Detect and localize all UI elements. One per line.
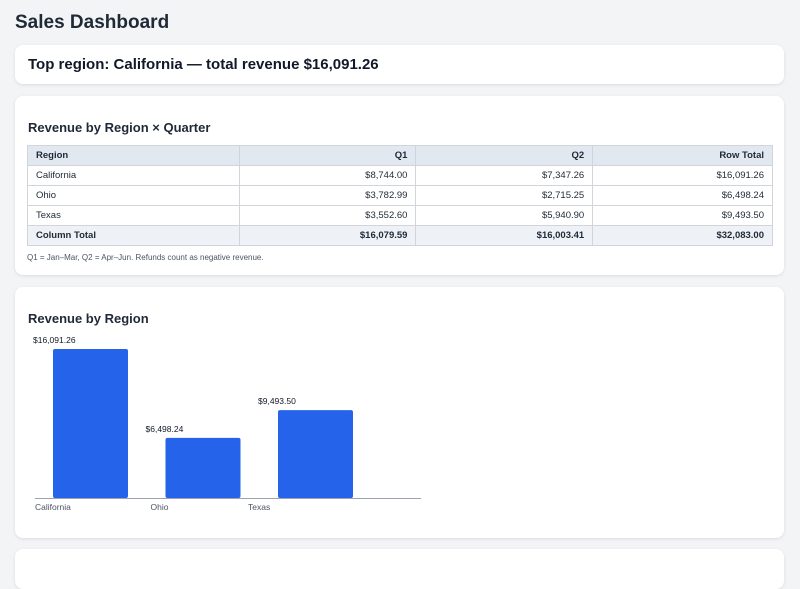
row-region-cell: Texas	[27, 205, 240, 226]
table-header-row: Region Q1 Q2 Row Total	[27, 145, 773, 166]
bar-value-label: $16,091.26	[33, 335, 76, 345]
chart-card: Revenue by Region $16,091.26 California $6…	[15, 287, 784, 538]
row-q1-cell: $3,782.99	[238, 185, 417, 206]
table-row: Texas $3,552.60 $5,940.90 $9,493.50	[27, 205, 773, 226]
table-row: California $8,744.00 $7,347.26 $16,091.2…	[27, 165, 773, 186]
bar-california	[53, 349, 128, 498]
column-header-region: Region	[27, 145, 240, 166]
category-label: Texas	[248, 502, 270, 512]
bar-texas	[278, 410, 353, 498]
pivot-table: Region Q1 Q2 Row Total California $8,744…	[27, 145, 773, 246]
column-total-q2: $16,003.41	[415, 225, 594, 246]
row-region-cell: California	[27, 165, 240, 186]
row-total-cell: $9,493.50	[592, 205, 773, 226]
row-q2-cell: $2,715.25	[415, 185, 594, 206]
summary-headline: Top region: California — total revenue $…	[28, 56, 379, 73]
category-label: California	[35, 502, 71, 512]
bar-value-label: $6,498.24	[146, 424, 184, 434]
pivot-card: Revenue by Region × Quarter Region Q1 Q2…	[15, 96, 784, 275]
row-region-cell: Ohio	[27, 185, 240, 206]
bar-value-label: $9,493.50	[258, 396, 296, 406]
column-total-row: Column Total $16,079.59 $16,003.41 $32,0…	[27, 225, 773, 246]
column-header-row-total: Row Total	[592, 145, 773, 166]
row-total-cell: $6,498.24	[592, 185, 773, 206]
bar-ohio	[165, 437, 241, 498]
column-header-q1: Q1	[238, 145, 417, 166]
column-total-label: Column Total	[27, 225, 240, 246]
category-label: Ohio	[151, 502, 169, 512]
pivot-title: Revenue by Region × Quarter	[28, 120, 211, 135]
revenue-bar-chart: $16,091.26 California $6,498.24 Ohio $9,493.…	[33, 335, 421, 512]
table-footnote: Q1 = Jan–Mar, Q2 = Apr–Jun. Refunds coun…	[27, 253, 264, 262]
row-total-cell: $16,091.26	[592, 165, 773, 186]
page-title: Sales Dashboard	[15, 12, 170, 33]
row-q1-cell: $3,552.60	[238, 205, 417, 226]
grand-total: $32,083.00	[592, 225, 773, 246]
row-q2-cell: $5,940.90	[415, 205, 594, 226]
column-total-q1: $16,079.59	[238, 225, 417, 246]
summary-card: Top region: California — total revenue $…	[15, 45, 784, 84]
row-q1-cell: $8,744.00	[238, 165, 417, 186]
table-row: Ohio $3,782.99 $2,715.25 $6,498.24	[27, 185, 773, 206]
next-card	[15, 549, 784, 589]
column-header-q2: Q2	[415, 145, 594, 166]
row-q2-cell: $7,347.26	[415, 165, 594, 186]
